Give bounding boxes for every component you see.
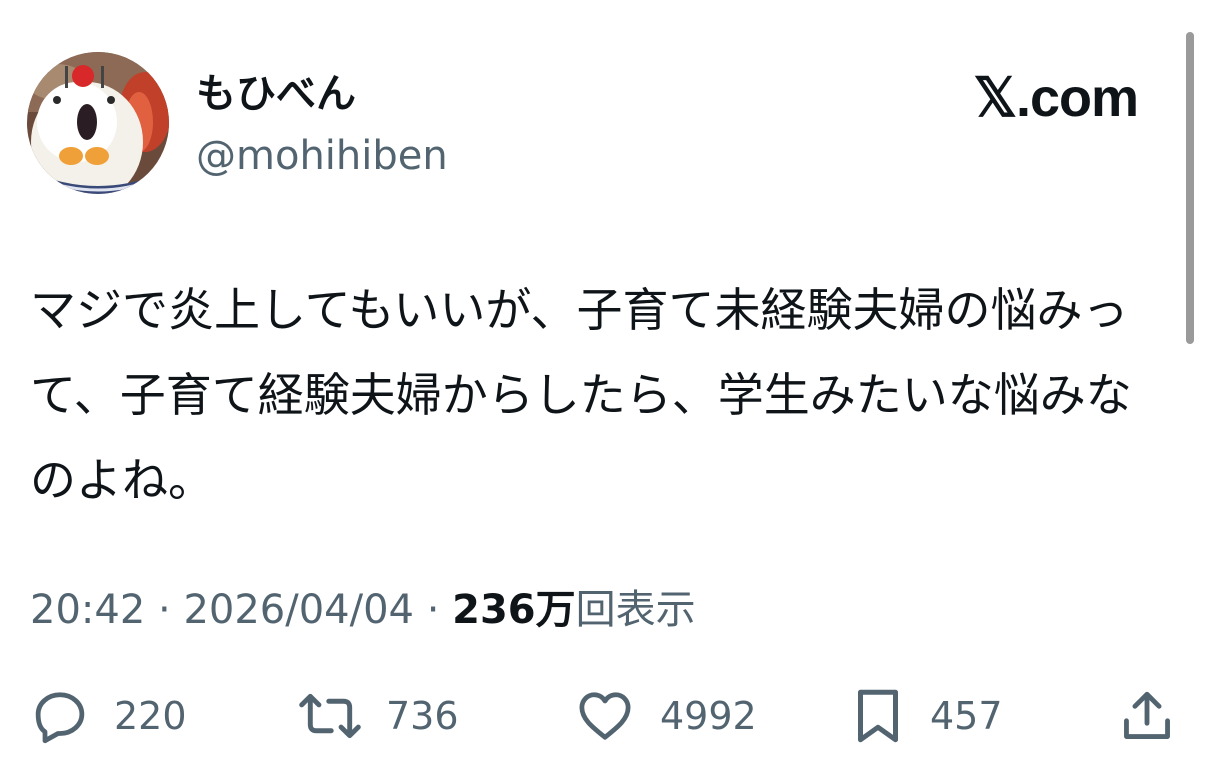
share-icon (1124, 691, 1170, 739)
reply-count: 220 (114, 694, 187, 738)
reply-icon (35, 692, 85, 744)
bookmark-count: 457 (930, 694, 1003, 738)
repost-count: 736 (386, 694, 459, 738)
site-brand: 𝕏.com (973, 68, 1139, 128)
meta-separator: · (413, 587, 453, 633)
repost-button[interactable]: 736 (298, 684, 459, 748)
tweet-date[interactable]: 2026/04/04 (183, 587, 414, 633)
scrollbar[interactable] (1186, 32, 1194, 344)
like-button[interactable]: 4992 (574, 684, 757, 748)
action-bar: 220 736 4992 457 (0, 684, 1206, 748)
bookmark-button[interactable]: 457 (850, 684, 1003, 748)
views-count: 236万 (452, 587, 576, 633)
avatar[interactable] (27, 52, 169, 194)
avatar-image (27, 52, 169, 194)
display-name[interactable]: もひべん (196, 64, 356, 124)
reply-button[interactable]: 220 (30, 684, 187, 748)
views-label: 回表示 (575, 587, 696, 633)
bookmark-icon (858, 689, 898, 743)
like-count: 4992 (660, 694, 757, 738)
repost-icon (299, 693, 361, 739)
meta-separator: · (145, 587, 184, 633)
share-button[interactable] (1118, 684, 1176, 748)
user-handle[interactable]: @mohihiben (196, 128, 448, 184)
tweet-meta: 20:42 · 2026/04/04 · 236万回表示 (30, 580, 696, 640)
tweet-text: マジで炎上してもいいが、子育て未経験夫婦の悩みって、子育て経験夫婦からしたら、学… (30, 283, 1132, 507)
tweet-time[interactable]: 20:42 (30, 587, 145, 633)
heart-icon (579, 692, 631, 740)
